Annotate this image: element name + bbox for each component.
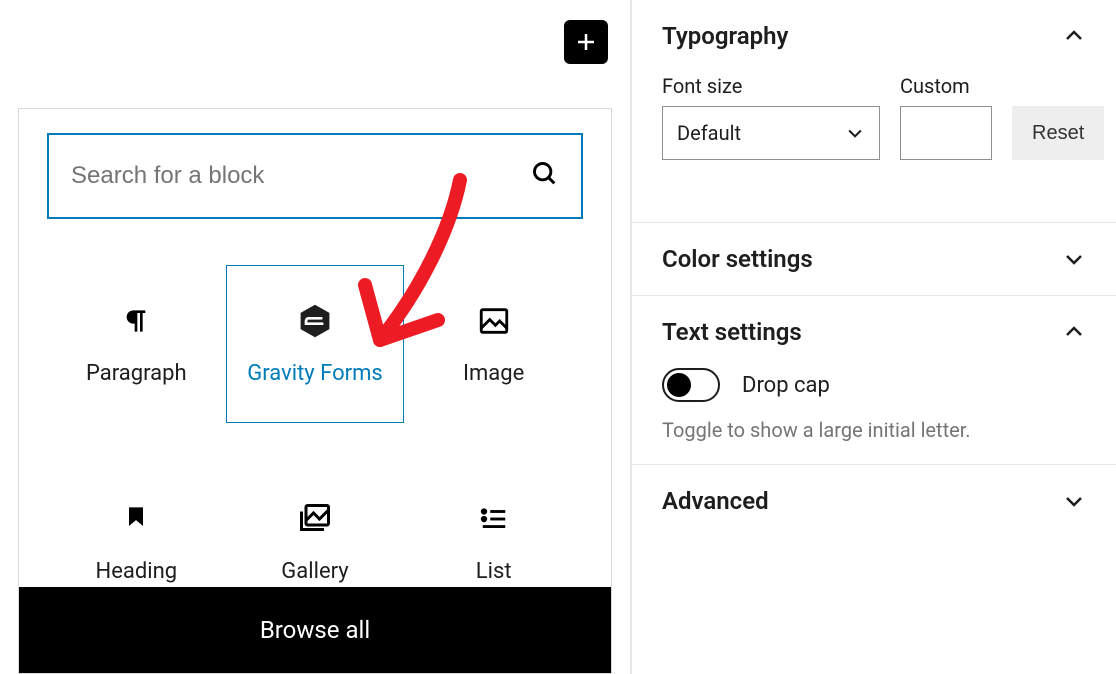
panel-title: Typography	[662, 22, 788, 50]
block-label: Gallery	[281, 559, 348, 584]
block-grid: Paragraph Gravity Forms Image Heading	[47, 265, 583, 621]
custom-size-input[interactable]	[900, 106, 992, 160]
chevron-down-icon	[1062, 489, 1086, 513]
chevron-up-icon	[1062, 24, 1086, 48]
block-label: List	[476, 559, 512, 584]
search-icon	[531, 160, 559, 192]
typography-body: Font size Default Custom Reset	[662, 74, 1086, 160]
block-item-image[interactable]: Image	[404, 265, 583, 423]
gallery-icon	[297, 501, 333, 537]
reset-button[interactable]: Reset	[1012, 106, 1104, 160]
panel-text-settings: Text settings Drop cap Toggle to show a …	[632, 296, 1116, 465]
chevron-down-icon	[845, 123, 865, 143]
panel-header-typography[interactable]: Typography	[662, 22, 1086, 50]
heading-icon	[118, 501, 154, 537]
chevron-down-icon	[1062, 247, 1086, 271]
block-label: Gravity Forms	[247, 361, 382, 386]
panel-color-settings: Color settings	[632, 223, 1116, 296]
chevron-up-icon	[1062, 320, 1086, 344]
font-size-value: Default	[677, 121, 741, 145]
search-input[interactable]	[71, 162, 531, 190]
panel-title: Text settings	[662, 318, 802, 346]
font-size-select[interactable]: Default	[662, 106, 880, 160]
list-icon	[476, 501, 512, 537]
font-size-field: Font size Default	[662, 74, 880, 160]
image-icon	[476, 303, 512, 339]
custom-size-field: Custom	[900, 74, 992, 160]
dropcap-row: Drop cap	[662, 368, 1086, 402]
panel-typography: Typography Font size Default Custom Rese…	[632, 0, 1116, 223]
search-wrap	[47, 133, 583, 219]
block-label: Image	[463, 361, 524, 386]
editor-canvas: Paragraph Gravity Forms Image Heading	[0, 0, 630, 674]
toggle-knob	[667, 373, 691, 397]
panel-advanced: Advanced	[632, 465, 1116, 537]
search-box[interactable]	[47, 133, 583, 219]
browse-all-label: Browse all	[260, 616, 370, 644]
block-label: Heading	[96, 559, 178, 584]
font-size-label: Font size	[662, 74, 880, 98]
settings-sidebar: Typography Font size Default Custom Rese…	[632, 0, 1116, 674]
paragraph-icon	[118, 303, 154, 339]
block-item-paragraph[interactable]: Paragraph	[47, 265, 226, 423]
dropcap-toggle[interactable]	[662, 368, 720, 402]
panel-title: Color settings	[662, 245, 813, 273]
add-block-button[interactable]	[564, 20, 608, 64]
dropcap-help: Toggle to show a large initial letter.	[662, 418, 1086, 442]
block-item-gravity-forms[interactable]: Gravity Forms	[226, 265, 405, 423]
panel-header-text[interactable]: Text settings	[662, 318, 1086, 346]
plus-icon	[574, 30, 598, 54]
block-label: Paragraph	[86, 361, 187, 386]
browse-all-button[interactable]: Browse all	[19, 587, 611, 673]
gravity-forms-icon	[297, 303, 333, 339]
custom-size-label: Custom	[900, 74, 992, 98]
panel-header-advanced[interactable]: Advanced	[662, 487, 1086, 515]
dropcap-label: Drop cap	[742, 373, 830, 398]
panel-title: Advanced	[662, 487, 769, 515]
panel-header-color[interactable]: Color settings	[662, 245, 1086, 273]
block-inserter-popover: Paragraph Gravity Forms Image Heading	[18, 108, 612, 674]
